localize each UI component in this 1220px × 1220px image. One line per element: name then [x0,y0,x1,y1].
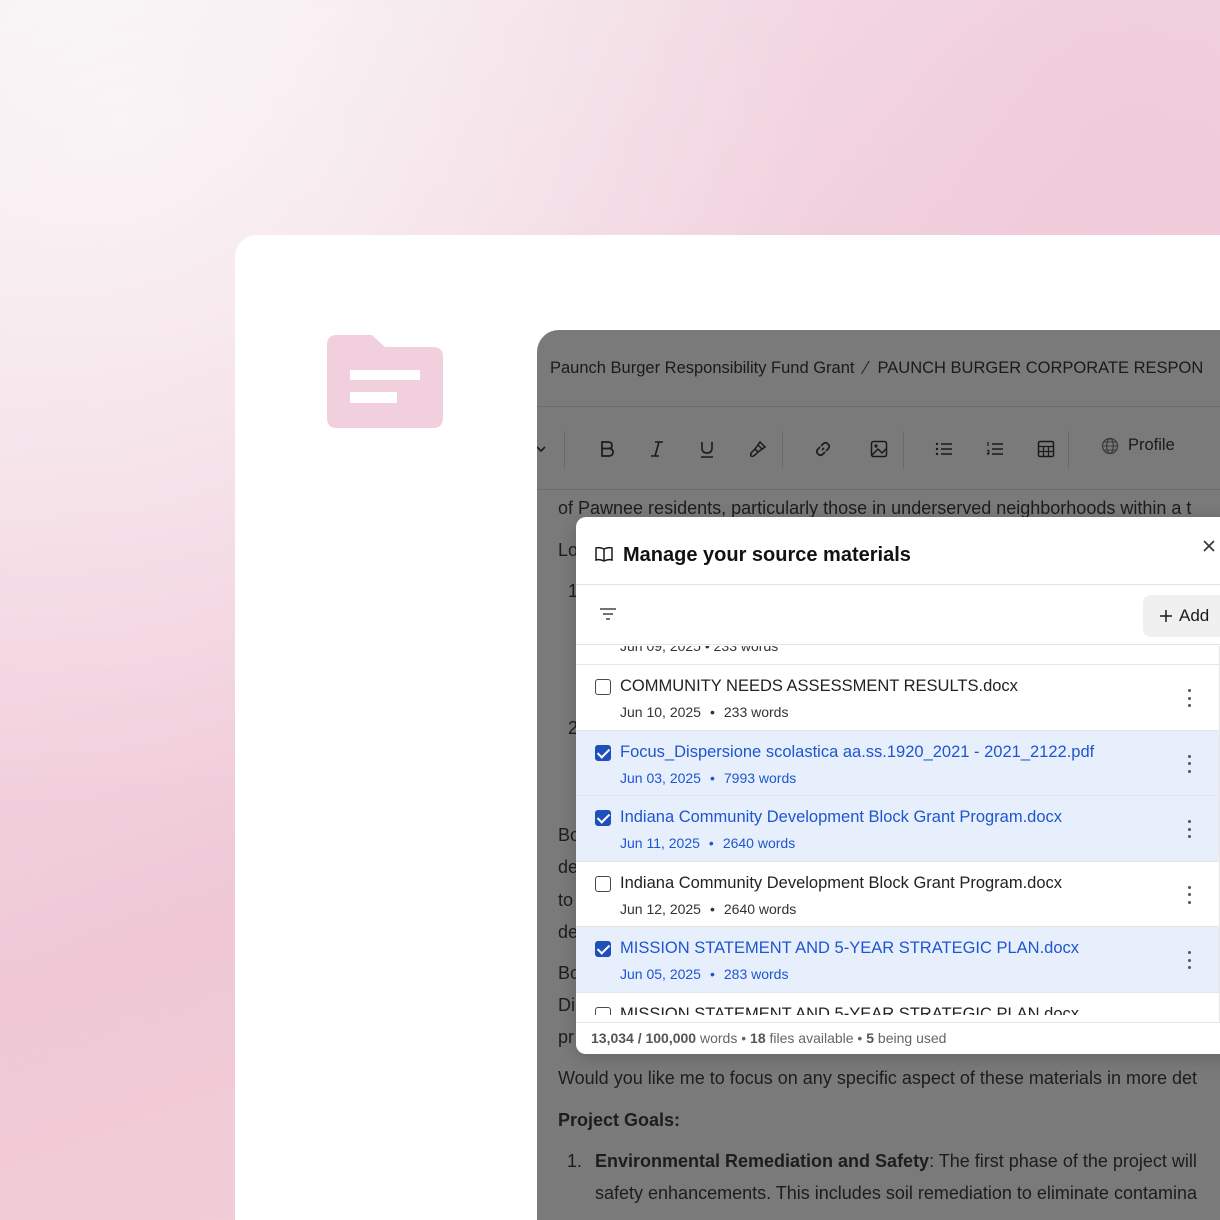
file-name: Indiana Community Development Block Gran… [620,873,1063,892]
separator-dot: • [708,835,714,851]
usage-summary: 13,034 / 100,000 words • 18 files availa… [576,1022,1220,1054]
add-button[interactable]: Add [1143,595,1220,637]
separator-dot: • [709,769,715,786]
modal-filter-bar: Add [576,585,1220,645]
goals-heading: Project Goals: [558,1110,681,1130]
file-meta: Jun 05, 2025 • 283 words [620,966,788,982]
file-row[interactable]: MISSION STATEMENT AND 5-YEAR STRATEGIC P… [576,927,1219,993]
formatting-toolbar: Profile [537,407,1220,490]
image-icon[interactable] [867,437,891,461]
file-list: Jun 09, 2025 • 233 words COMMUNITY NEEDS… [576,646,1220,1030]
more-options-icon[interactable] [1182,689,1196,707]
file-row[interactable]: Indiana Community Development Block Gran… [576,861,1219,927]
used-label: being used [874,1030,947,1046]
file-meta: Jun 10, 2025 • 233 words [620,704,788,720]
profile-label: Profile [1128,436,1175,454]
file-date: Jun 05, 2025 [620,966,701,982]
files-count: 18 [750,1030,766,1046]
close-icon[interactable] [1200,537,1218,555]
breadcrumb-project[interactable]: Paunch Burger Responsibility Fund Grant [550,359,855,378]
paint-brush-icon[interactable] [746,437,770,461]
file-row[interactable]: COMMUNITY NEEDS ASSESSMENT RESULTS.docx J… [576,665,1219,731]
breadcrumb-separator: ⁄ [864,357,868,378]
file-checkbox[interactable] [595,875,611,892]
bold-icon[interactable] [595,437,619,461]
file-meta: Jun 12, 2025 • 2640 words [620,901,796,917]
file-checkbox[interactable] [595,744,611,761]
words-used: 13,034 / 100,000 [591,1030,697,1046]
file-name: COMMUNITY NEEDS ASSESSMENT RESULTS.docx [620,677,1018,695]
file-word-count: 2640 words [722,835,796,851]
numbered-list-icon[interactable] [983,437,1007,461]
document-question: Would you like me to focus on any specif… [558,1068,1197,1088]
chevron-down-icon[interactable] [537,437,553,461]
file-meta: Jun 09, 2025 • 233 words [620,646,779,654]
file-name: Focus_Dispersione scolastica aa.ss.1920_… [620,742,1095,761]
file-checkbox[interactable] [595,1006,611,1015]
link-icon[interactable] [811,437,835,461]
file-date: Jun 11, 2025 [620,835,700,851]
plus-icon [1160,610,1172,622]
file-meta: Jun 03, 2025 • 7993 words [620,770,796,786]
modal-title: Manage your source materials [623,544,911,566]
folder-icon [327,335,443,428]
words-label: words • [696,1030,751,1046]
filter-icon[interactable] [599,607,617,621]
list-item[interactable]: Jun 09, 2025 • 233 words [576,646,1219,665]
document-line: of Pawnee residents, particularly those … [558,498,1192,518]
used-count: 5 [866,1030,875,1046]
goal-item: Environmental Remediation and Safety: Th… [595,1151,1197,1172]
modal-header: Manage your source materials [576,517,1220,585]
list-number: 1. [567,1151,583,1171]
underline-icon[interactable] [695,437,719,461]
more-options-icon[interactable] [1182,951,1196,969]
file-word-count: 233 words [723,704,789,720]
file-date: Jun 12, 2025 [620,900,701,917]
file-checkbox[interactable] [595,679,611,695]
document-fragment: pr [558,1027,575,1047]
table-icon[interactable] [1034,437,1058,461]
more-options-icon[interactable] [1182,885,1196,904]
list-item[interactable]: MISSION STATEMENT AND 5-YEAR STRATEGIC P… [576,993,1219,1015]
goal-text: : The first phase of the project will [929,1151,1197,1171]
file-meta: Jun 11, 2025 • 2640 words [620,835,795,851]
file-row[interactable]: Focus_Dispersione scolastica aa.ss.1920_… [576,730,1219,796]
file-checkbox[interactable] [595,810,611,826]
separator-dot: • [709,704,715,720]
file-checkbox[interactable] [595,941,611,957]
more-options-icon[interactable] [1182,754,1196,773]
add-label: Add [1179,606,1210,625]
goal-line: safety enhancements. This includes soil … [595,1183,1197,1203]
files-label: files available • [765,1030,867,1046]
document-fragment: to [558,890,574,910]
bullet-list-icon[interactable] [932,437,956,461]
italic-icon[interactable] [645,437,669,461]
goal-title: Environmental Remediation and Safety [595,1151,930,1171]
document-fragment: Di [558,995,575,1015]
more-options-icon[interactable] [1182,820,1196,838]
file-row[interactable]: Indiana Community Development Block Gran… [576,796,1219,862]
separator-dot: • [709,966,715,982]
file-name: Indiana Community Development Block Gran… [620,808,1063,826]
breadcrumb-document[interactable]: PAUNCH BURGER CORPORATE RESPON [878,359,1204,378]
file-word-count: 283 words [723,966,789,982]
file-name: MISSION STATEMENT AND 5-YEAR STRATEGIC P… [620,939,1080,957]
separator-dot: • [709,900,715,917]
file-date: Jun 03, 2025 [620,769,701,786]
file-word-count: 2640 words [723,900,797,917]
profile-button[interactable]: Profile [1101,436,1175,455]
file-name: MISSION STATEMENT AND 5-YEAR STRATEGIC P… [620,1004,1080,1015]
book-icon [595,546,613,562]
file-date: Jun 10, 2025 [620,704,701,720]
globe-icon [1101,437,1119,454]
file-word-count: 7993 words [723,769,797,786]
source-materials-modal: Manage your source materials Add Jun 09,… [576,517,1220,1054]
breadcrumb: Paunch Burger Responsibility Fund Grant … [537,330,1220,407]
